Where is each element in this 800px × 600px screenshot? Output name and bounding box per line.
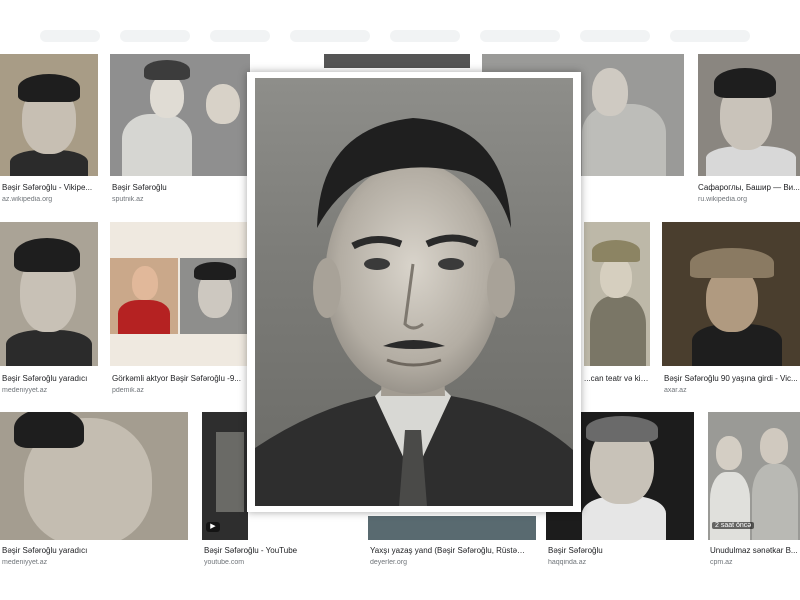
portrait-figure bbox=[216, 432, 244, 512]
portrait-figure bbox=[118, 300, 170, 334]
result-caption[interactable]: Bəşir Səfəroğlu bbox=[548, 546, 694, 555]
portrait-figure bbox=[194, 262, 236, 280]
result-caption[interactable]: Görkəmli aktyor Bəşir Səfəroğlu -9... bbox=[112, 374, 248, 383]
portrait-figure bbox=[600, 256, 632, 298]
result-thumbnail[interactable] bbox=[324, 54, 470, 68]
portrait-figure bbox=[14, 412, 84, 448]
result-source: haqqinda.az bbox=[548, 559, 587, 566]
result-caption[interactable]: Bəşir Səfəroğlu - YouTube bbox=[204, 546, 354, 555]
portrait-figure bbox=[144, 60, 190, 80]
portrait-figure bbox=[122, 114, 192, 176]
result-thumbnail[interactable] bbox=[0, 222, 98, 366]
portrait-figure bbox=[716, 436, 742, 470]
portrait-figure bbox=[592, 68, 628, 116]
result-thumbnail[interactable] bbox=[698, 54, 800, 176]
result-caption[interactable]: Bəşir Səfəroğlu - Vikipe... bbox=[2, 183, 98, 192]
portrait-figure bbox=[206, 84, 240, 124]
result-thumbnail[interactable] bbox=[0, 412, 188, 540]
filter-chip[interactable] bbox=[290, 30, 370, 42]
portrait-figure bbox=[590, 296, 646, 366]
portrait-figure bbox=[706, 146, 796, 176]
filter-chip[interactable] bbox=[210, 30, 270, 42]
result-source: az.wikipedia.org bbox=[2, 196, 53, 203]
portrait-figure bbox=[592, 240, 640, 262]
filter-chip[interactable] bbox=[390, 30, 460, 42]
portrait-figure bbox=[14, 238, 80, 272]
enlarged-photo-frame[interactable] bbox=[247, 72, 581, 512]
result-caption[interactable]: Unudulmaz sənətkar B... bbox=[710, 546, 800, 555]
portrait-figure bbox=[752, 464, 798, 540]
duration-badge: 2 saat öncə bbox=[712, 522, 755, 529]
result-thumbnail[interactable] bbox=[368, 516, 536, 540]
result-thumbnail[interactable] bbox=[110, 54, 250, 176]
result-caption[interactable]: Bəşir Səfəroğlu yaradıcı bbox=[2, 374, 98, 383]
portrait-figure bbox=[150, 74, 184, 118]
result-caption[interactable]: Yaxşı yazaş yand (Bəşir Səfəroğlu, Rüstə… bbox=[370, 546, 530, 555]
portrait-figure bbox=[714, 68, 776, 98]
filter-chip[interactable] bbox=[480, 30, 560, 42]
portrait-figure bbox=[586, 416, 658, 442]
result-caption[interactable]: Сафароглы, Башир — Ви... bbox=[698, 183, 800, 192]
portrait-figure bbox=[18, 74, 80, 102]
portrait-figure bbox=[582, 104, 666, 176]
result-source: youtube.com bbox=[204, 559, 245, 566]
result-source: axar.az bbox=[664, 387, 687, 394]
result-caption[interactable]: Bəşir Səfəroğlu yaradıcı bbox=[2, 546, 188, 555]
result-caption[interactable]: Bəşir Səfəroğlu 90 yaşına girdi - Vic... bbox=[664, 374, 800, 383]
play-icon[interactable]: ▶ bbox=[206, 522, 220, 532]
filter-chip[interactable] bbox=[670, 30, 750, 42]
result-thumbnail[interactable] bbox=[0, 54, 98, 176]
portrait-figure bbox=[690, 248, 774, 278]
result-thumbnail[interactable] bbox=[662, 222, 800, 366]
result-source: ru.wikipedia.org bbox=[698, 196, 748, 203]
filter-chip[interactable] bbox=[40, 30, 100, 42]
result-source: cpm.az bbox=[710, 559, 733, 566]
filter-chip[interactable] bbox=[120, 30, 190, 42]
enlarged-portrait bbox=[255, 78, 573, 506]
result-caption[interactable]: Bəşir Səfəroğlu bbox=[112, 183, 248, 192]
result-caption[interactable]: ...can teatr və kin... bbox=[584, 374, 650, 383]
result-thumbnail[interactable]: 2 saat öncə bbox=[708, 412, 800, 540]
portrait-illustration bbox=[255, 118, 573, 506]
result-source: deyerler.org bbox=[370, 559, 407, 566]
filter-chip[interactable] bbox=[580, 30, 650, 42]
search-toolbar bbox=[0, 0, 800, 46]
result-source: pdemik.az bbox=[112, 387, 144, 394]
portrait-figure bbox=[760, 428, 788, 464]
portrait-figure bbox=[132, 266, 158, 300]
portrait-figure bbox=[710, 472, 750, 540]
portrait-figure bbox=[6, 330, 92, 366]
result-thumbnail[interactable] bbox=[110, 222, 248, 366]
result-source: medeniyyet.az bbox=[2, 559, 48, 566]
result-thumbnail[interactable] bbox=[584, 222, 650, 366]
result-source: medeniyyet.az bbox=[2, 387, 48, 394]
result-source: sputnik.az bbox=[112, 196, 144, 203]
result-thumbnail[interactable]: ▶ bbox=[202, 412, 248, 540]
